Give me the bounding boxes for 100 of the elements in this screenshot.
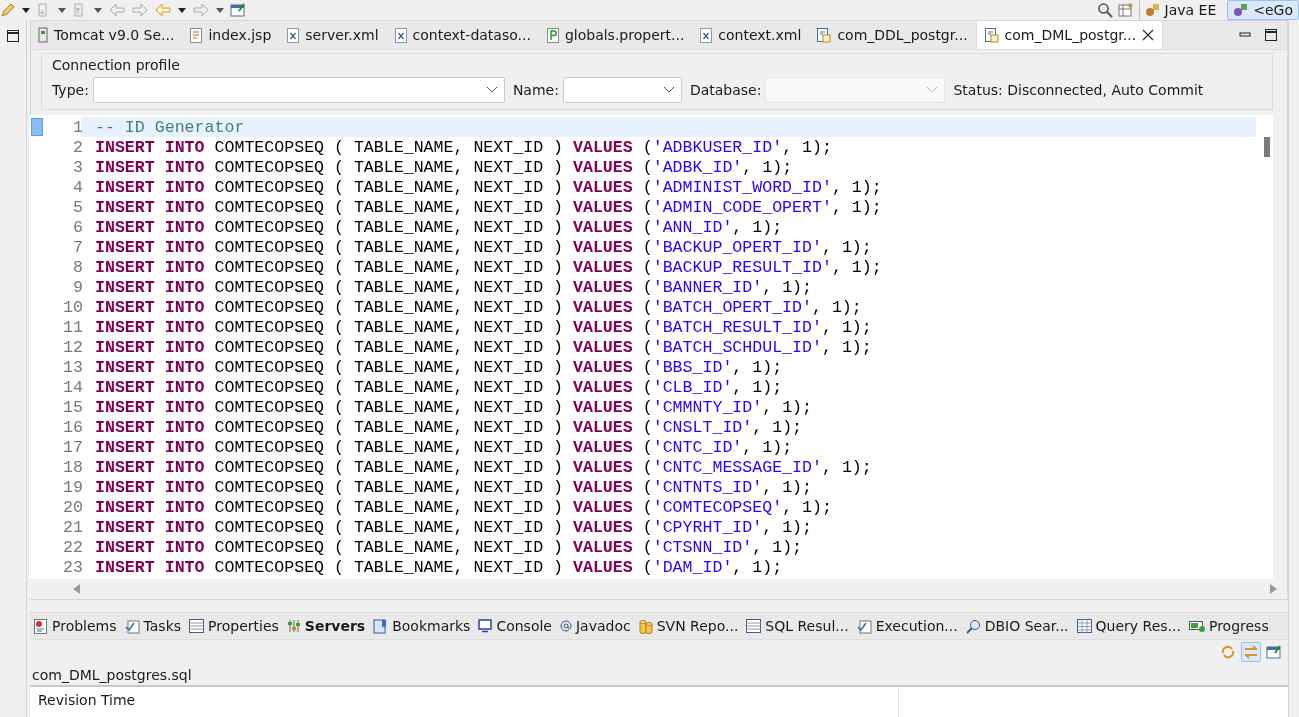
view-tab[interactable]: Bookmarks bbox=[373, 618, 471, 634]
editor-tab[interactable]: server.xml bbox=[279, 21, 387, 49]
dropdown-arrow-icon[interactable] bbox=[215, 6, 225, 14]
forward-arrow-icon[interactable] bbox=[131, 2, 149, 18]
view-tab[interactable]: Progress bbox=[1188, 618, 1269, 634]
view-tab[interactable]: Query Res... bbox=[1076, 618, 1181, 634]
code-line: INSERT INTO COMTECOPSEQ ( TABLE_NAME, NEXT_ID ) VALUES ('CNTC_ID', 1); bbox=[95, 437, 793, 457]
window-pin-icon[interactable] bbox=[230, 2, 246, 18]
problems-icon bbox=[34, 618, 48, 634]
sync-icon[interactable] bbox=[1220, 644, 1236, 660]
group-title: Connection profile bbox=[52, 57, 181, 73]
code-line: INSERT INTO COMTECOPSEQ ( TABLE_NAME, NEXT_ID ) VALUES ('CNTC_MESSAGE_ID', 1); bbox=[95, 457, 872, 477]
monitor-icon bbox=[478, 619, 493, 633]
link-with-editor-toggle[interactable] bbox=[1241, 642, 1261, 662]
sql-file-icon bbox=[984, 27, 999, 43]
view-tab[interactable]: SVN Repo... bbox=[638, 618, 739, 634]
properties-file-icon bbox=[546, 27, 559, 43]
xml-file-icon bbox=[700, 27, 713, 43]
xml-file-icon bbox=[287, 27, 300, 43]
code-line: INSERT INTO COMTECOPSEQ ( TABLE_NAME, NEXT_ID ) VALUES ('DAM_ID', 1); bbox=[95, 557, 783, 577]
editor-tab[interactable]: globals.propert... bbox=[538, 21, 693, 49]
search-icon bbox=[965, 618, 981, 634]
back-arrow-icon[interactable] bbox=[108, 2, 126, 18]
line-number: 4 bbox=[72, 177, 83, 197]
editor-tab[interactable]: index.jsp bbox=[182, 21, 280, 49]
editor-tab[interactable]: com_DDL_postgr... bbox=[809, 21, 976, 49]
line-number: 23 bbox=[62, 557, 83, 577]
line-number: 5 bbox=[72, 197, 83, 217]
editor-tab[interactable]: com_DML_postgr... bbox=[975, 21, 1164, 49]
field-label: Name: bbox=[512, 82, 559, 98]
open-perspective-icon[interactable] bbox=[1117, 2, 1134, 18]
editor-tab[interactable]: context-dataso... bbox=[386, 21, 539, 49]
view-tab[interactable]: Servers bbox=[286, 618, 366, 634]
line-number: 18 bbox=[62, 457, 83, 477]
clipboard-check-icon bbox=[856, 618, 872, 634]
history-file-name: com_DML_postgres.sql bbox=[31, 666, 193, 685]
view-tab[interactable]: Execution... bbox=[856, 618, 958, 634]
dropdown-arrow-icon[interactable] bbox=[57, 6, 67, 14]
maximize-icon[interactable] bbox=[1265, 29, 1277, 41]
line-number: 13 bbox=[62, 357, 83, 377]
code-line: INSERT INTO COMTECOPSEQ ( TABLE_NAME, NEXT_ID ) VALUES ('ADBKUSER_ID', 1); bbox=[95, 137, 832, 157]
view-tab[interactable]: SQL Resul... bbox=[746, 618, 849, 634]
view-tab[interactable]: Tasks bbox=[124, 618, 182, 634]
perspective-button[interactable]: Java EE bbox=[1138, 0, 1223, 20]
view-tab[interactable]: Console bbox=[478, 618, 552, 634]
code-line: INSERT INTO COMTECOPSEQ ( TABLE_NAME, NEXT_ID ) VALUES ('ANN_ID', 1); bbox=[95, 217, 783, 237]
code-line: INSERT INTO COMTECOPSEQ ( TABLE_NAME, NEXT_ID ) VALUES ('COMTECOPSEQ', 1); bbox=[95, 497, 832, 517]
line-number: 22 bbox=[62, 537, 83, 557]
clipboard-check-icon bbox=[124, 618, 140, 634]
forward-arrow-icon[interactable] bbox=[192, 2, 210, 18]
sql-file-icon bbox=[817, 27, 832, 43]
dropdown-arrow-icon[interactable] bbox=[93, 6, 103, 14]
editor-tab[interactable]: context.xml bbox=[692, 21, 810, 49]
at-sign-icon bbox=[559, 620, 572, 632]
pencil-icon[interactable] bbox=[0, 2, 16, 18]
code-line: INSERT INTO COMTECOPSEQ ( TABLE_NAME, NEXT_ID ) VALUES ('BATCH_SCHDUL_ID', 1); bbox=[95, 337, 872, 357]
close-icon[interactable] bbox=[1142, 29, 1155, 41]
type-select[interactable] bbox=[92, 77, 505, 103]
scroll-left-icon[interactable] bbox=[73, 584, 81, 594]
line-number: 16 bbox=[62, 417, 83, 437]
connection-status: Status: Disconnected, Auto Commit bbox=[953, 82, 1204, 98]
dropdown-arrow-icon[interactable] bbox=[177, 6, 187, 14]
editor-tab[interactable]: Tomcat v9.0 Se... bbox=[31, 21, 183, 49]
line-number: 2 bbox=[72, 137, 83, 157]
grid-icon bbox=[1076, 619, 1092, 633]
code-line: INSERT INTO COMTECOPSEQ ( TABLE_NAME, NEXT_ID ) VALUES ('CMMNTY_ID', 1); bbox=[95, 397, 812, 417]
chevron-down-icon bbox=[926, 86, 939, 94]
scroll-right-icon[interactable] bbox=[1269, 584, 1277, 594]
window-pin-icon[interactable] bbox=[1266, 644, 1282, 660]
code-line: INSERT INTO COMTECOPSEQ ( TABLE_NAME, NEXT_ID ) VALUES ('BACKUP_OPERT_ID', 1); bbox=[95, 237, 872, 257]
database-icon bbox=[638, 618, 653, 634]
dropdown-arrow-icon[interactable] bbox=[21, 6, 31, 14]
view-tab[interactable]: DBIO Sear... bbox=[965, 618, 1069, 634]
perspective-button[interactable]: <eGo bbox=[1227, 0, 1299, 20]
code-line: INSERT INTO COMTECOPSEQ ( TABLE_NAME, NEXT_ID ) VALUES ('BBS_ID', 1); bbox=[95, 357, 783, 377]
code-line: INSERT INTO COMTECOPSEQ ( TABLE_NAME, NEXT_ID ) VALUES ('ADMIN_CODE_OPERT', 1); bbox=[95, 197, 882, 217]
back-arrow-icon[interactable] bbox=[154, 2, 172, 18]
server-icon bbox=[38, 27, 48, 43]
code-line: -- ID Generator bbox=[95, 117, 245, 137]
search-icon[interactable] bbox=[1096, 2, 1113, 18]
view-tab[interactable]: Javadoc bbox=[559, 618, 631, 634]
view-tab[interactable]: Properties bbox=[189, 618, 279, 634]
swap-arrows-icon bbox=[1243, 644, 1259, 660]
perspective-icon bbox=[1233, 3, 1250, 17]
line-number: 7 bbox=[72, 237, 83, 257]
code-line: INSERT INTO COMTECOPSEQ ( TABLE_NAME, NEXT_ID ) VALUES ('CNSLT_ID', 1); bbox=[95, 417, 803, 437]
view-tab[interactable]: Problems bbox=[34, 618, 117, 634]
scrollbar-thumb[interactable] bbox=[1264, 137, 1270, 157]
table-icon bbox=[189, 619, 205, 633]
field-label: Database: bbox=[689, 82, 762, 98]
name-select[interactable] bbox=[562, 77, 682, 103]
xml-file-icon bbox=[394, 27, 407, 43]
chevron-down-icon bbox=[662, 86, 675, 94]
code-line: INSERT INTO COMTECOPSEQ ( TABLE_NAME, NEXT_ID ) VALUES ('CTSNN_ID', 1); bbox=[95, 537, 803, 557]
line-number: 1 bbox=[72, 117, 83, 137]
maximize-icon[interactable] bbox=[7, 30, 19, 42]
line-number: 21 bbox=[62, 517, 83, 537]
code-line: INSERT INTO COMTECOPSEQ ( TABLE_NAME, NEXT_ID ) VALUES ('CPYRHT_ID', 1); bbox=[95, 517, 812, 537]
sliders-icon bbox=[286, 619, 301, 633]
line-number: 9 bbox=[72, 277, 83, 297]
